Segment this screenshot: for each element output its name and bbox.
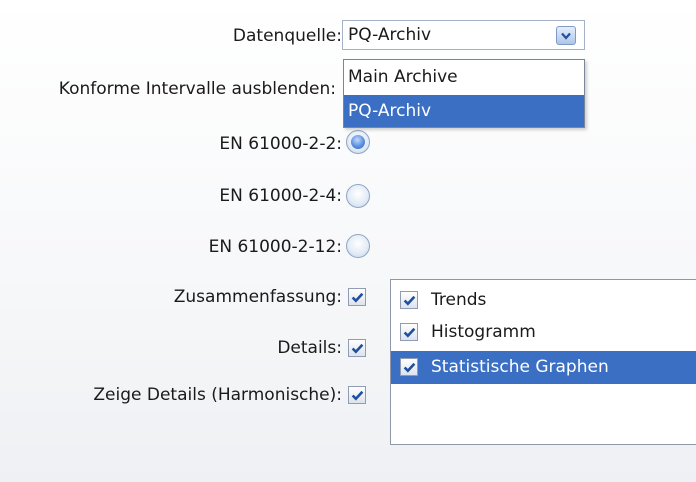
standard-radio-61000-2-4[interactable] [346,184,370,208]
standard-label-61000-2-12: EN 61000-2-12: [208,237,342,257]
dropdown-button[interactable] [556,26,576,45]
standard-label-61000-2-2: EN 61000-2-2: [219,134,342,154]
standard-radio-61000-2-2[interactable] [346,130,370,154]
checkmark-icon [351,390,363,401]
datasource-value: PQ-Archiv [348,25,432,45]
statistische-graphen-checkbox[interactable] [400,358,418,376]
summary-label: Zusammenfassung: [173,287,342,307]
trends-checkbox[interactable] [400,291,418,309]
list-item-trends[interactable]: Trends [391,284,696,317]
datasource-option-main-archive[interactable]: Main Archive [344,61,584,93]
harmonic-details-label: Zeige Details (Harmonische): [93,385,342,405]
harmonic-details-checkbox[interactable] [348,386,366,404]
datasource-label: Datenquelle: [232,26,342,46]
checkmark-icon [351,343,363,354]
list-item-statistische-graphen[interactable]: Statistische Graphen [391,351,696,384]
standard-radio-61000-2-12[interactable] [346,234,370,258]
summary-items-listbox[interactable]: Trends Histogramm Statistische Graphen [390,279,696,445]
histogramm-checkbox[interactable] [400,323,418,341]
checkmark-icon [351,292,363,303]
hide-conforming-label: Konforme Intervalle ausblenden: [58,79,336,99]
checkmark-icon [403,362,415,373]
list-item-label: Histogramm [431,322,536,342]
checkmark-icon [403,327,415,338]
details-label: Details: [277,338,342,358]
datasource-option-pq-archiv[interactable]: PQ-Archiv [344,95,584,127]
datasource-combobox[interactable]: PQ-Archiv [342,20,585,50]
details-checkbox[interactable] [348,339,366,357]
datasource-dropdown-list: Main Archive PQ-Archiv [343,59,585,128]
list-item-histogramm[interactable]: Histogramm [391,316,696,349]
standard-label-61000-2-4: EN 61000-2-4: [219,186,342,206]
list-item-label: Statistische Graphen [431,357,609,377]
summary-checkbox[interactable] [348,288,366,306]
checkmark-icon [403,295,415,306]
chevron-down-icon [561,32,571,40]
list-item-label: Trends [431,290,487,310]
